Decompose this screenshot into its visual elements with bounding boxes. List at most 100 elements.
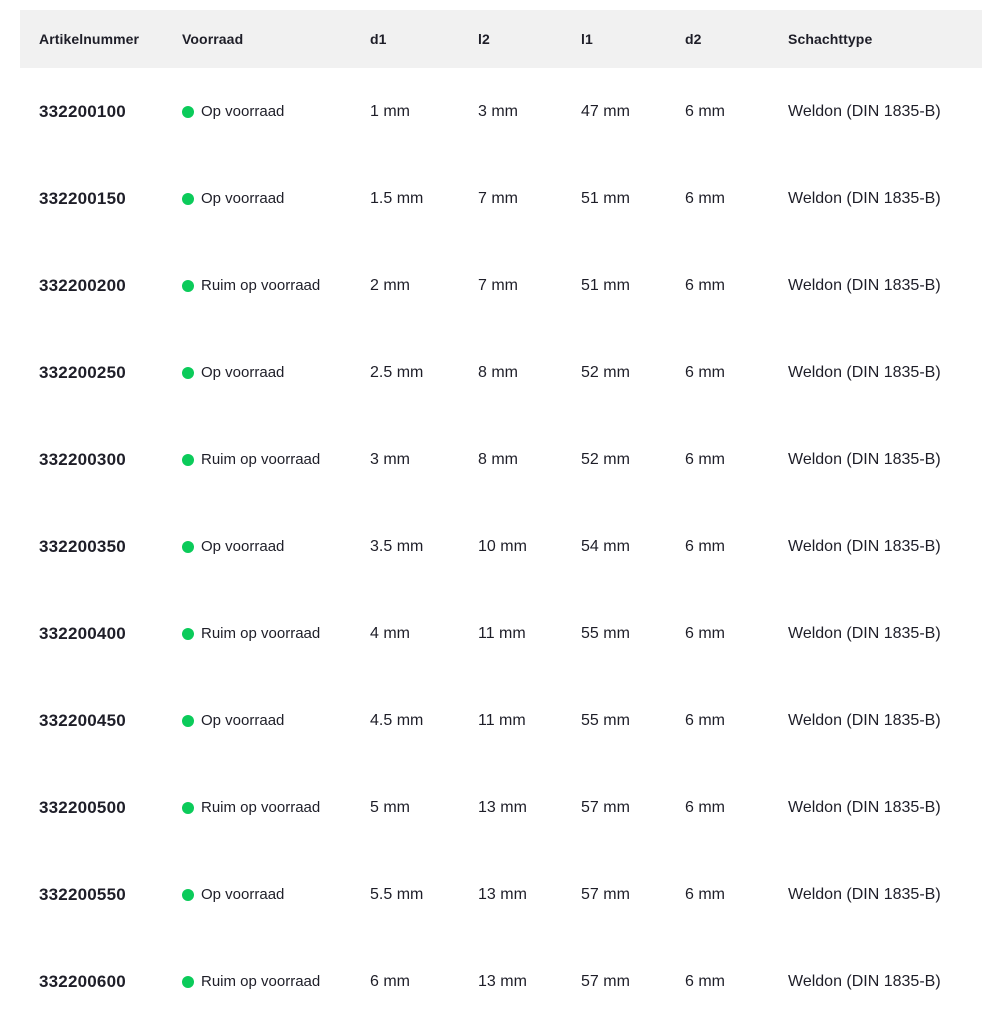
cell-voorraad: Ruim op voorraad [182,451,370,468]
table-row[interactable]: 332200200 Ruim op voorraad 2 mm 7 mm 51 … [20,242,982,329]
column-header-l2: l2 [478,31,581,47]
stock-status-label: Ruim op voorraad [201,625,320,642]
column-header-artikelnummer: Artikelnummer [39,31,182,47]
cell-d2: 6 mm [685,973,788,991]
cell-d1: 5.5 mm [370,886,478,904]
cell-d2: 6 mm [685,451,788,469]
cell-l2: 7 mm [478,190,581,208]
cell-d2: 6 mm [685,103,788,121]
cell-artikelnummer: 332200400 [39,624,182,644]
column-header-l1: l1 [581,31,685,47]
cell-d1: 4.5 mm [370,712,478,730]
cell-voorraad: Ruim op voorraad [182,973,370,990]
cell-artikelnummer: 332200200 [39,276,182,296]
cell-d1: 5 mm [370,799,478,817]
in-stock-dot-icon [182,889,194,901]
cell-l1: 57 mm [581,886,685,904]
cell-schachttype: Weldon (DIN 1835-B) [788,277,982,295]
table-row[interactable]: 332200500 Ruim op voorraad 5 mm 13 mm 57… [20,764,982,851]
cell-schachttype: Weldon (DIN 1835-B) [788,973,982,991]
cell-d2: 6 mm [685,799,788,817]
cell-l1: 55 mm [581,625,685,643]
cell-l2: 13 mm [478,886,581,904]
stock-status-label: Ruim op voorraad [201,799,320,816]
cell-voorraad: Ruim op voorraad [182,799,370,816]
cell-d1: 4 mm [370,625,478,643]
column-header-d2: d2 [685,31,788,47]
cell-artikelnummer: 332200150 [39,189,182,209]
cell-d2: 6 mm [685,625,788,643]
in-stock-dot-icon [182,454,194,466]
in-stock-dot-icon [182,367,194,379]
stock-status-label: Ruim op voorraad [201,973,320,990]
table-row[interactable]: 332200600 Ruim op voorraad 6 mm 13 mm 57… [20,938,982,1025]
cell-d1: 6 mm [370,973,478,991]
cell-l1: 47 mm [581,103,685,121]
cell-voorraad: Op voorraad [182,364,370,381]
table-row[interactable]: 332200100 Op voorraad 1 mm 3 mm 47 mm 6 … [20,68,982,155]
column-header-voorraad: Voorraad [182,31,370,47]
cell-artikelnummer: 332200350 [39,537,182,557]
cell-artikelnummer: 332200550 [39,885,182,905]
cell-d2: 6 mm [685,364,788,382]
table-row[interactable]: 332200150 Op voorraad 1.5 mm 7 mm 51 mm … [20,155,982,242]
cell-l1: 51 mm [581,190,685,208]
cell-d1: 2.5 mm [370,364,478,382]
table-row[interactable]: 332200300 Ruim op voorraad 3 mm 8 mm 52 … [20,416,982,503]
cell-d1: 1 mm [370,103,478,121]
cell-l1: 51 mm [581,277,685,295]
cell-artikelnummer: 332200600 [39,972,182,992]
cell-schachttype: Weldon (DIN 1835-B) [788,103,982,121]
table-header-row: Artikelnummer Voorraad d1 l2 l1 d2 Schac… [20,10,982,68]
table-row[interactable]: 332200250 Op voorraad 2.5 mm 8 mm 52 mm … [20,329,982,416]
cell-d2: 6 mm [685,886,788,904]
cell-d2: 6 mm [685,190,788,208]
cell-voorraad: Op voorraad [182,103,370,120]
cell-schachttype: Weldon (DIN 1835-B) [788,364,982,382]
cell-schachttype: Weldon (DIN 1835-B) [788,190,982,208]
cell-voorraad: Op voorraad [182,190,370,207]
cell-d1: 1.5 mm [370,190,478,208]
cell-artikelnummer: 332200500 [39,798,182,818]
in-stock-dot-icon [182,106,194,118]
cell-schachttype: Weldon (DIN 1835-B) [788,625,982,643]
cell-l1: 52 mm [581,451,685,469]
cell-l1: 54 mm [581,538,685,556]
cell-voorraad: Op voorraad [182,538,370,555]
cell-l2: 8 mm [478,451,581,469]
cell-voorraad: Op voorraad [182,712,370,729]
table-row[interactable]: 332200400 Ruim op voorraad 4 mm 11 mm 55… [20,590,982,677]
cell-schachttype: Weldon (DIN 1835-B) [788,886,982,904]
product-spec-table: Artikelnummer Voorraad d1 l2 l1 d2 Schac… [20,10,982,1025]
cell-l2: 11 mm [478,625,581,643]
cell-l1: 55 mm [581,712,685,730]
in-stock-dot-icon [182,976,194,988]
table-row[interactable]: 332200350 Op voorraad 3.5 mm 10 mm 54 mm… [20,503,982,590]
in-stock-dot-icon [182,193,194,205]
in-stock-dot-icon [182,628,194,640]
cell-l2: 7 mm [478,277,581,295]
table-row[interactable]: 332200450 Op voorraad 4.5 mm 11 mm 55 mm… [20,677,982,764]
cell-artikelnummer: 332200450 [39,711,182,731]
stock-status-label: Op voorraad [201,190,284,207]
cell-artikelnummer: 332200250 [39,363,182,383]
cell-schachttype: Weldon (DIN 1835-B) [788,451,982,469]
in-stock-dot-icon [182,541,194,553]
in-stock-dot-icon [182,280,194,292]
stock-status-label: Op voorraad [201,538,284,555]
cell-l2: 10 mm [478,538,581,556]
cell-l1: 52 mm [581,364,685,382]
cell-d2: 6 mm [685,277,788,295]
cell-schachttype: Weldon (DIN 1835-B) [788,538,982,556]
column-header-d1: d1 [370,31,478,47]
stock-status-label: Op voorraad [201,103,284,120]
stock-status-label: Op voorraad [201,712,284,729]
stock-status-label: Op voorraad [201,364,284,381]
cell-l2: 11 mm [478,712,581,730]
cell-d2: 6 mm [685,712,788,730]
cell-l2: 8 mm [478,364,581,382]
cell-schachttype: Weldon (DIN 1835-B) [788,712,982,730]
cell-voorraad: Ruim op voorraad [182,277,370,294]
cell-d1: 3.5 mm [370,538,478,556]
table-row[interactable]: 332200550 Op voorraad 5.5 mm 13 mm 57 mm… [20,851,982,938]
